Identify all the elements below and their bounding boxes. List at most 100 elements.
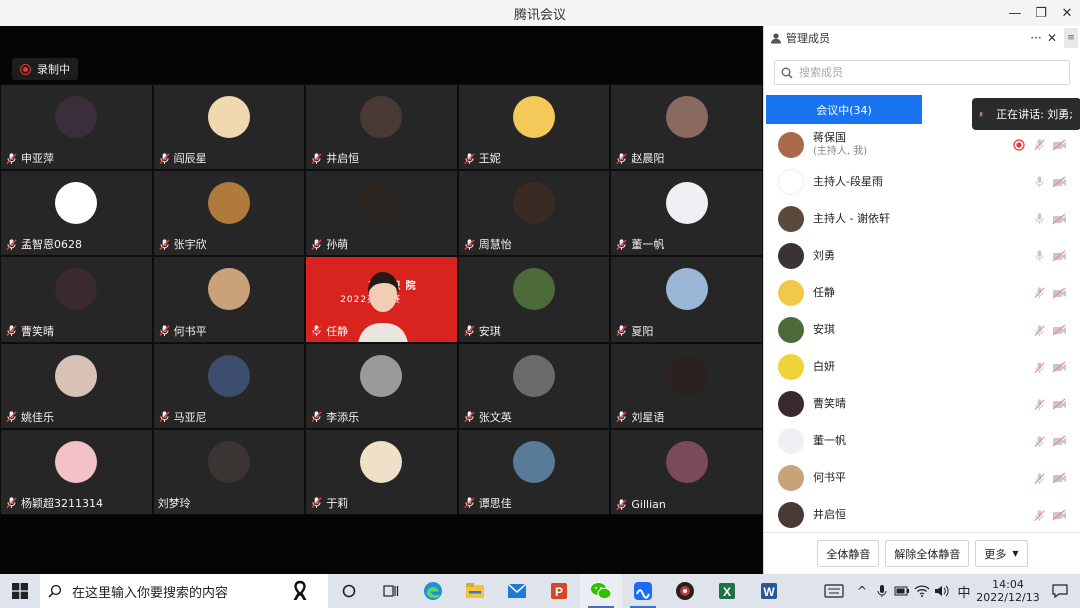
music-player-icon[interactable] [664, 574, 706, 608]
powerpoint-icon[interactable]: P [538, 574, 580, 608]
participant-tile[interactable]: 何书平 [152, 256, 306, 343]
close-panel-icon[interactable]: ✕ [1044, 31, 1060, 45]
participant-tile[interactable]: 赵晨阳 [610, 84, 763, 171]
camera-off-icon[interactable] [1049, 398, 1069, 410]
notification-icon[interactable] [1040, 584, 1080, 598]
taskbar-search[interactable]: 在这里输入你要搜索的内容 [40, 574, 328, 608]
participant-tile[interactable]: 安琪 [457, 256, 611, 343]
camera-off-icon[interactable] [1049, 472, 1069, 484]
member-avatar [778, 391, 804, 418]
multitask-icon[interactable] [370, 574, 412, 608]
recording-label: 录制中 [37, 63, 70, 76]
participant-name-tag: 于莉 [310, 495, 348, 511]
member-row[interactable]: 白妍 [764, 349, 1080, 386]
member-row[interactable]: 曹笑晴 [764, 386, 1080, 423]
hamburger-menu-icon[interactable]: ≡ [1064, 28, 1078, 48]
mute-all-button[interactable]: 全体静音 [817, 540, 880, 567]
camera-off-icon[interactable] [1049, 213, 1069, 225]
mic-muted-icon[interactable] [1029, 472, 1049, 485]
restore-button[interactable]: ❐ [1028, 0, 1054, 26]
participant-tile[interactable]: 于莉 [305, 428, 458, 515]
camera-off-icon[interactable] [1049, 361, 1069, 373]
member-row[interactable]: 主持人-段星雨 [764, 163, 1080, 200]
mail-icon[interactable] [496, 574, 538, 608]
participant-tile[interactable]: 曹笑晴 [0, 256, 153, 343]
member-panel: 管理成员 ··· ✕ ≡ 会议中(34) 正在讲话: 刘勇; 蒋保国(主持人, … [763, 26, 1080, 574]
mic-muted-icon [310, 238, 326, 251]
keyboard-icon[interactable] [816, 584, 852, 598]
member-row[interactable]: 董一帆 [764, 423, 1080, 460]
wechat-icon[interactable] [580, 574, 622, 608]
more-options-icon[interactable]: ··· [1028, 31, 1044, 45]
mic-muted-icon[interactable] [1029, 286, 1049, 299]
member-row[interactable]: 刘勇 [764, 237, 1080, 274]
camera-off-icon[interactable] [1049, 139, 1069, 151]
mic-muted-icon[interactable] [1029, 398, 1049, 411]
camera-off-icon[interactable] [1049, 324, 1069, 336]
mic-icon[interactable] [1029, 249, 1049, 262]
minimize-button[interactable]: — [1002, 0, 1028, 26]
camera-off-icon[interactable] [1049, 509, 1069, 521]
participant-tile[interactable]: 王妮 [457, 84, 611, 171]
clock[interactable]: 14:04 2022/12/13 [976, 578, 1040, 604]
tab-in-meeting[interactable]: 会议中(34) [766, 95, 922, 124]
member-row[interactable]: 任静 [764, 274, 1080, 311]
ime-indicator[interactable]: 中 [952, 582, 976, 601]
battery-icon[interactable] [892, 586, 912, 596]
participant-tile[interactable]: 孙萌 [305, 170, 458, 257]
start-button[interactable] [0, 574, 40, 608]
mic-muted-icon[interactable] [1029, 324, 1049, 337]
camera-off-icon[interactable] [1049, 176, 1069, 188]
mic-muted-icon [463, 152, 479, 165]
participant-tile[interactable]: 刘梦玲 [152, 428, 306, 515]
mic-tray-icon[interactable] [872, 584, 892, 598]
tencent-meeting-icon[interactable] [622, 574, 664, 608]
participant-tile[interactable]: 周慧怡 [457, 170, 611, 257]
participant-tile[interactable]: 申亚萍 [0, 84, 153, 171]
participant-tile[interactable]: 井启恒 [305, 84, 458, 171]
participant-tile[interactable]: 李添乐 [305, 342, 458, 429]
camera-off-icon[interactable] [1049, 435, 1069, 447]
mic-muted-icon[interactable] [1029, 435, 1049, 448]
participant-tile[interactable]: 谭思佳 [457, 428, 611, 515]
member-row[interactable]: 何书平 [764, 460, 1080, 497]
member-row[interactable]: 蒋保国 (主持人, 我) [764, 126, 1080, 163]
participant-tile[interactable]: 董一帆 [610, 170, 763, 257]
participant-name: 孟智恩0628 [21, 238, 82, 252]
excel-icon[interactable]: X [706, 574, 748, 608]
participant-tile[interactable]: 张宇欣 [152, 170, 306, 257]
participant-tile[interactable]: 孟智恩0628 [0, 170, 153, 257]
edge-browser-icon[interactable] [412, 574, 454, 608]
volume-icon[interactable] [932, 585, 952, 597]
task-view-icon[interactable] [328, 574, 370, 608]
member-row[interactable]: 井启恒 [764, 497, 1080, 534]
camera-off-icon[interactable] [1049, 287, 1069, 299]
mic-muted-icon[interactable] [1029, 509, 1049, 522]
mic-icon[interactable] [1029, 212, 1049, 225]
chevron-up-icon[interactable]: ^ [852, 584, 872, 598]
mic-muted-icon [615, 152, 631, 165]
participant-tile[interactable]: 阎辰星 [152, 84, 306, 171]
participant-tile[interactable]: 刘星语 [610, 342, 763, 429]
file-explorer-icon[interactable] [454, 574, 496, 608]
more-button[interactable]: 更多 ▼ [975, 540, 1028, 567]
word-icon[interactable]: W [748, 574, 790, 608]
unmute-all-button[interactable]: 解除全体静音 [885, 540, 970, 567]
participant-tile[interactable]: 杨颖超3211314 [0, 428, 153, 515]
member-row[interactable]: 安琪 [764, 311, 1080, 348]
member-search-input[interactable] [799, 66, 1049, 79]
participant-tile[interactable]: 高等职 院2022英 大赛任静 [305, 256, 458, 343]
mic-icon[interactable] [1029, 175, 1049, 188]
mic-muted-icon[interactable] [1029, 138, 1049, 151]
recording-indicator[interactable]: 录制中 [12, 58, 78, 80]
mic-muted-icon[interactable] [1029, 361, 1049, 374]
participant-tile[interactable]: 张文英 [457, 342, 611, 429]
member-row[interactable]: 主持人 - 谢依轩 [764, 200, 1080, 237]
participant-tile[interactable]: Gillian [610, 428, 763, 515]
wifi-icon[interactable] [912, 585, 932, 597]
participant-tile[interactable]: 姚佳乐 [0, 342, 153, 429]
participant-tile[interactable]: 夏阳 [610, 256, 763, 343]
participant-tile[interactable]: 马亚尼 [152, 342, 306, 429]
camera-off-icon[interactable] [1049, 250, 1069, 262]
close-window-button[interactable]: ✕ [1054, 0, 1080, 26]
